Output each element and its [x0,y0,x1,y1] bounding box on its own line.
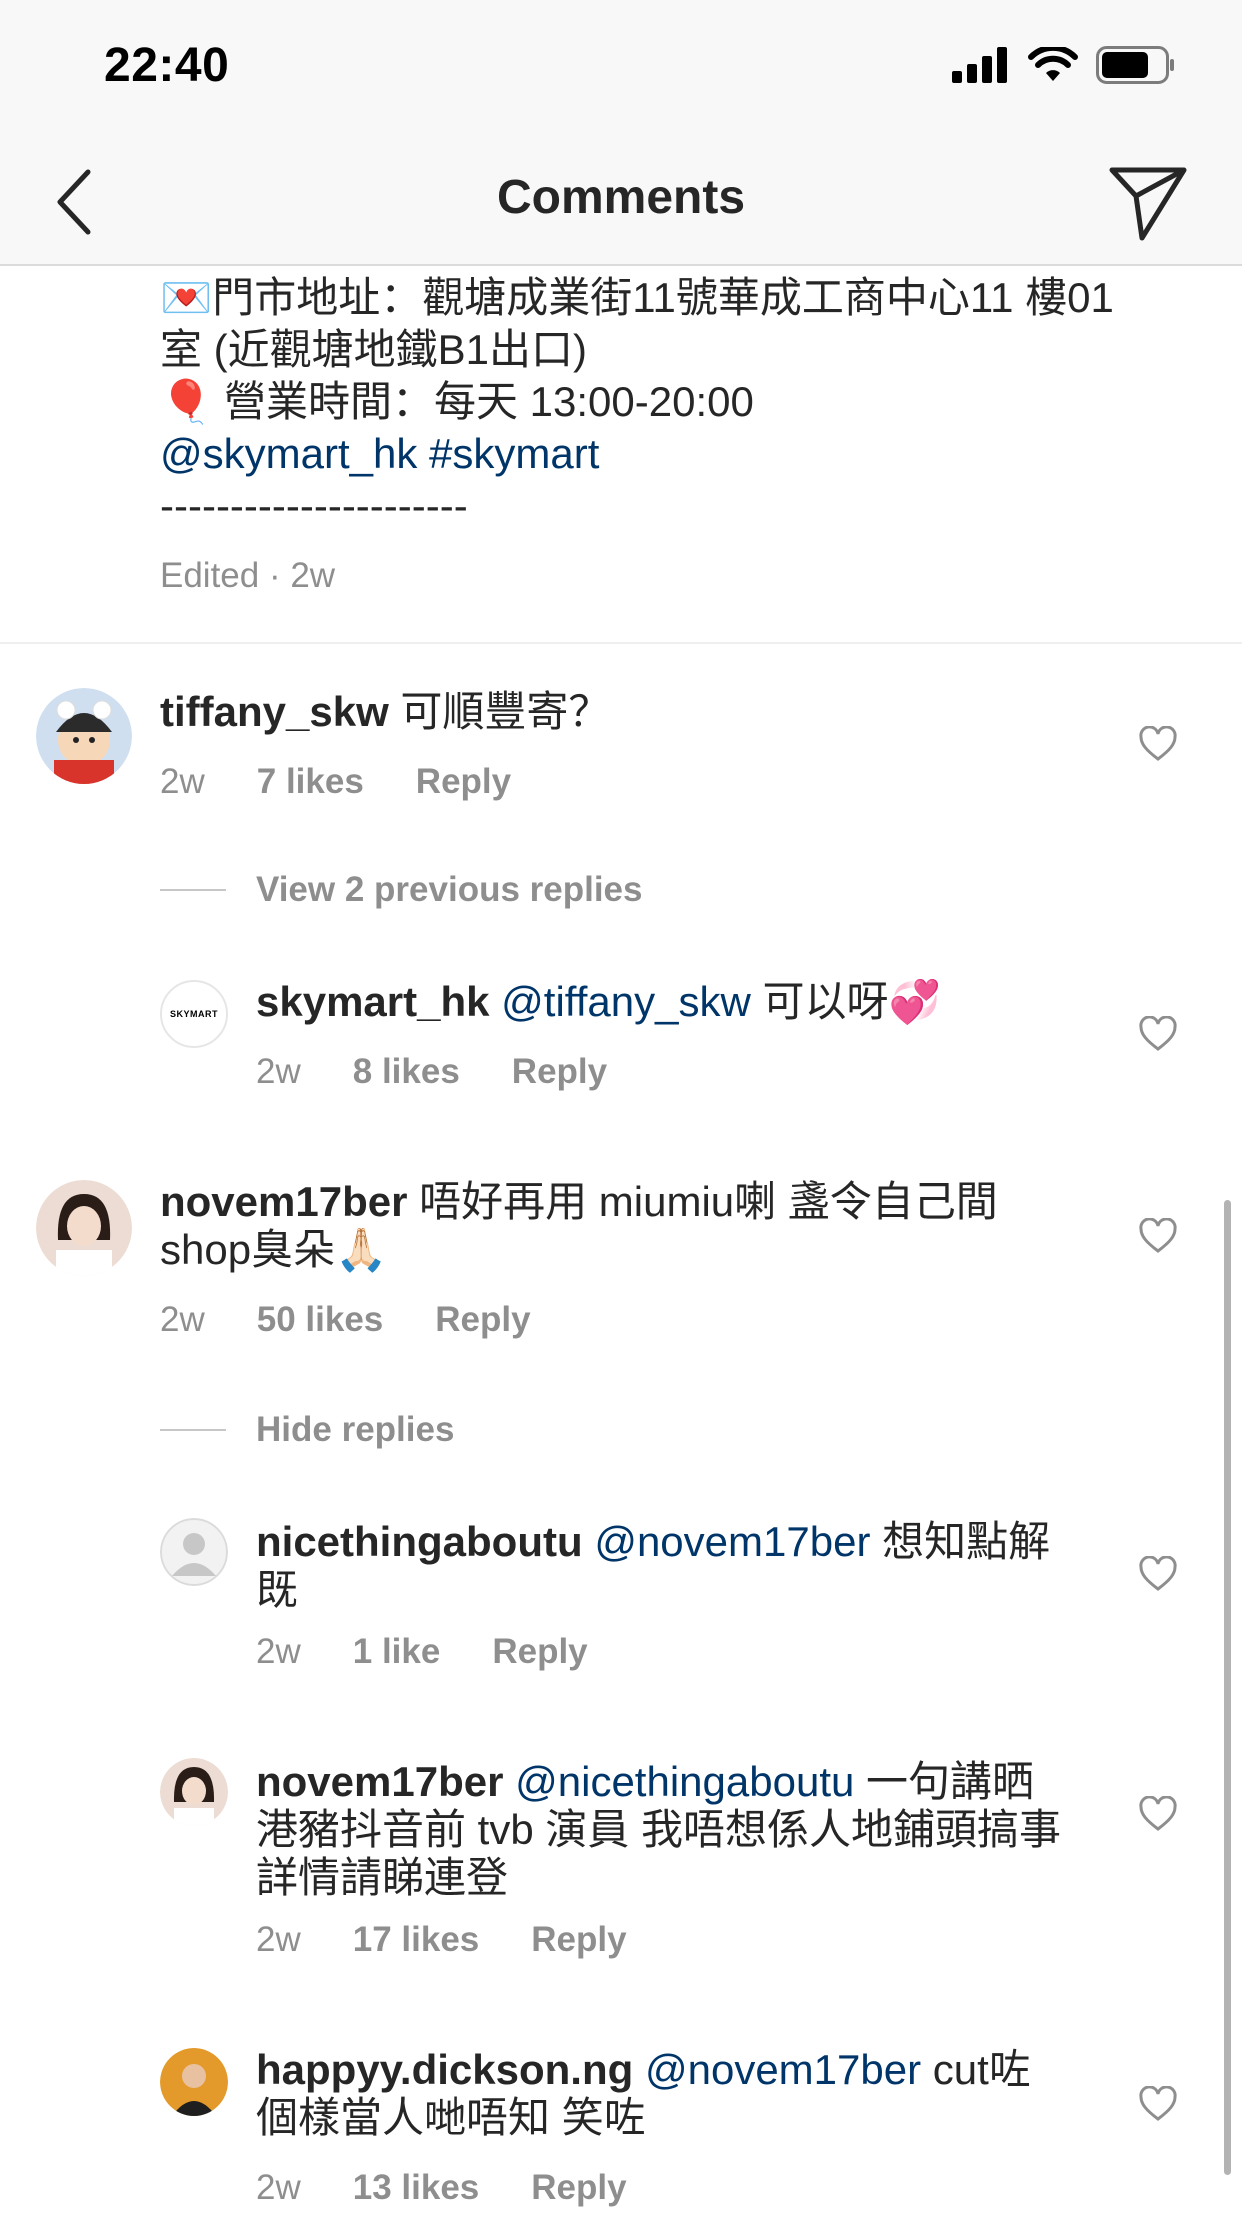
comment-meta: 2w 17 likes Reply [256,1920,679,1960]
comment-likes[interactable]: 1 like [353,1632,441,1672]
caption-dashes: ---------------------- [160,482,468,529]
avatar[interactable] [36,688,132,784]
comment-body: cut咗 [921,2046,1031,2093]
comment-likes[interactable]: 7 likes [257,762,364,802]
reply-text: happyy.dickson.ng @novem17ber cut咗 個樣當人哋… [256,2046,1136,2142]
reply-button[interactable]: Reply [531,1920,626,1960]
avatar[interactable] [160,2048,228,2116]
comment-username[interactable]: happyy.dickson.ng [256,2046,633,2093]
comment-username[interactable]: skymart_hk [256,978,489,1025]
comment-body: 可順豐寄？ [388,688,611,735]
comment-body: 一句講晒 [854,1758,1035,1805]
caption-mention[interactable]: @skymart_hk [160,430,417,477]
caption-address-cont: 室 (近觀塘地鐵B1出口) [160,326,588,373]
comment-username[interactable]: novem17ber [256,1758,503,1805]
thread-line [160,1429,226,1431]
comment-body-cont: 港豬抖音前 tvb 演員 我唔想係人地鋪頭搞事 [256,1806,1062,1853]
heart-icon[interactable] [1138,2086,1178,2122]
comment-body-cont: 個樣當人哋唔知 笑咗 [256,2094,646,2141]
comment-mention[interactable]: @novem17ber [594,1518,870,1565]
comment-meta: 2w 13 likes Reply [256,2168,679,2208]
heart-icon[interactable] [1138,1556,1178,1592]
view-previous-replies[interactable]: View 2 previous replies [160,870,643,910]
comment-time: 2w [256,1632,301,1671]
comment-username[interactable]: nicethingaboutu [256,1518,583,1565]
comment-time: 2w [256,1052,301,1091]
caption-hashtag[interactable]: #skymart [429,430,599,477]
comment-body: 想知點解 [870,1518,1051,1565]
scrollbar[interactable] [1224,1200,1231,2175]
thread-line [160,889,226,891]
comment-mention[interactable]: @nicethingaboutu [515,1758,854,1805]
avatar[interactable]: SKYMART [160,980,228,1048]
comment-meta: 2w 1 like Reply [256,1632,640,1672]
hide-replies[interactable]: Hide replies [160,1410,454,1450]
avatar[interactable] [160,1518,228,1586]
reply-text: novem17ber @nicethingaboutu 一句講晒 港豬抖音前 t… [256,1758,1136,1902]
comment-text: tiffany_skw 可順豐寄？ [160,688,1140,736]
reply-text: skymart_hk @tiffany_skw 可以呀💞 [256,978,1136,1026]
comment-time: 2w [160,1300,205,1339]
post-caption: 💌門市地址：觀塘成業街11號華成工商中心11 樓01 室 (近觀塘地鐵B1出口)… [160,272,1170,532]
comment-username[interactable]: tiffany_skw [160,688,389,735]
comment-likes[interactable]: 50 likes [257,1300,384,1340]
heart-icon[interactable] [1138,1796,1178,1832]
send-icon[interactable] [1106,160,1190,244]
comment-body-cont: shop臭朵🙏🏻 [160,1226,388,1273]
comment-likes[interactable]: 8 likes [353,1052,460,1092]
divider [0,642,1242,644]
caption-hours: 營業時間：每天 13:00-20:00 [212,378,754,425]
status-time: 22:40 [104,39,230,92]
comment-body: 可以呀💞 [750,978,941,1025]
reply-button[interactable]: Reply [531,2168,626,2208]
avatar-logo-text: SKYMART [170,1009,218,1019]
reply-button[interactable]: Reply [435,1300,530,1340]
comment-body: 唔好再用 miumiu喇 盞令自己間 [407,1178,998,1225]
signal-icon [952,47,1007,83]
status-bar: 22:40 [0,0,1242,140]
heart-icon[interactable] [1138,726,1178,762]
comment-time: 2w [160,762,205,801]
reply-button[interactable]: Reply [512,1052,607,1092]
status-icons [952,46,1176,84]
wifi-icon [1028,47,1078,81]
comment-time: 2w [256,1920,301,1959]
reply-text: nicethingaboutu @novem17ber 想知點解 既 [256,1518,1136,1614]
balloon-icon: 🎈 [160,378,213,425]
comment-likes[interactable]: 17 likes [353,1920,480,1960]
comment-text: novem17ber 唔好再用 miumiu喇 盞令自己間 shop臭朵🙏🏻 [160,1178,1140,1274]
comment-username[interactable]: novem17ber [160,1178,407,1225]
caption-address: 門市地址：觀塘成業街11號華成工商中心11 樓01 [212,274,1114,321]
comment-likes[interactable]: 13 likes [353,2168,480,2208]
comment-mention[interactable]: @novem17ber [645,2046,921,2093]
comment-meta: 2w 7 likes Reply [160,762,563,802]
heart-icon[interactable] [1138,1016,1178,1052]
love-letter-icon: 💌 [160,274,213,321]
comment-body-cont: 既 [256,1566,299,1613]
avatar[interactable] [160,1758,228,1826]
view-previous-replies-label: View 2 previous replies [256,870,643,909]
battery-icon [1096,46,1174,84]
caption-meta: Edited · 2w [160,556,336,595]
reply-button[interactable]: Reply [492,1632,587,1672]
comment-time: 2w [256,2168,301,2207]
comment-body-cont: 詳情請睇連登 [256,1854,509,1901]
hide-replies-label: Hide replies [256,1410,455,1449]
page-title: Comments [496,171,746,224]
reply-button[interactable]: Reply [416,762,511,802]
nav-bar: Comments [0,140,1242,266]
heart-icon[interactable] [1138,1218,1178,1254]
comment-meta: 2w 50 likes Reply [160,1300,583,1340]
comment-mention[interactable]: @tiffany_skw [501,978,751,1025]
comment-meta: 2w 8 likes Reply [256,1052,659,1092]
avatar[interactable] [36,1180,132,1276]
